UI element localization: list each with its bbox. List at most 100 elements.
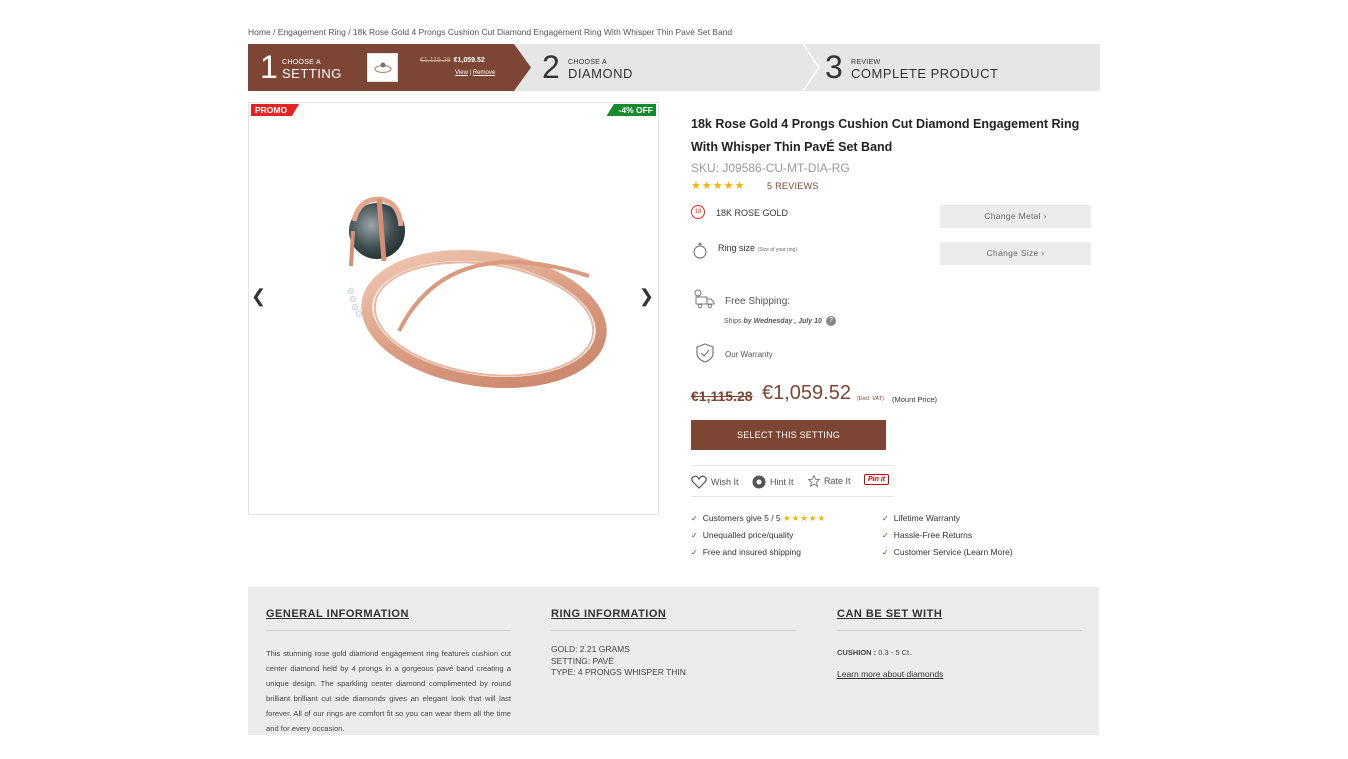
ring-size-text: Ring size (718, 243, 756, 253)
feature-text: Customer Service (Learn More) (893, 547, 1013, 557)
cushion-carat-range: CUSHION : 0.3 - 5 Ct. (837, 648, 1082, 657)
select-setting-button[interactable]: SELECT THIS SETTING (691, 420, 886, 450)
ring-information-column: RING INFORMATION GOLD: 2.21 GRAMS SETTIN… (551, 608, 796, 679)
cushion-value: 0.3 - 5 Ct. (876, 648, 912, 657)
feature-text: Hassle-Free Returns (893, 530, 973, 540)
vat-note: (Excl. VAT) (857, 396, 884, 402)
cushion-label: CUSHION : (837, 648, 877, 657)
mount-price-note: (Mount Price) (892, 395, 938, 404)
ships-by-text: by Wednesday , July 10 (743, 317, 822, 325)
breadcrumb-separator: / (345, 27, 353, 37)
free-shipping-label: Free Shipping: (725, 296, 791, 307)
gold-weight: GOLD: 2.21 GRAMS (551, 644, 630, 654)
hint-it-label: Hint It (770, 477, 794, 487)
step-choose-diamond[interactable]: 2 CHOOSE A DIAMOND (531, 44, 803, 91)
social-actions-bar: Wish It Hint It Rate It Pin it (691, 465, 894, 497)
warranty-link[interactable]: Our Warranty (725, 350, 773, 359)
feature-item: ✓ Customers give 5 / 5 ★★★★★ (691, 513, 826, 524)
step-number: 1 (260, 49, 278, 85)
check-icon: ✓ (882, 531, 889, 540)
general-information-column: GENERAL INFORMATION This stunning rose g… (266, 608, 511, 736)
rating-stars[interactable]: ★★★★★ (691, 179, 745, 192)
step-review-product[interactable]: 3 REVIEW COMPLETE PRODUCT (818, 44, 1100, 91)
feature-text: Lifetime Warranty (893, 513, 960, 523)
current-price: €1,059.52 (762, 382, 851, 404)
pinterest-pin-button[interactable]: Pin it (864, 474, 890, 485)
rate-it-label: Rate It (824, 476, 851, 486)
step-title: DIAMOND (568, 66, 633, 81)
step-setting-links: View | Remove (455, 70, 495, 76)
breadcrumb: Home / Engagement Ring / 18k Rose Gold 4… (248, 27, 732, 37)
step-caption: REVIEW (851, 59, 881, 66)
product-gallery: PROMO -4% OFF ❮ ❯ (248, 102, 659, 515)
star-outline-icon (808, 475, 820, 487)
help-icon[interactable]: ? (825, 316, 836, 326)
reviews-link[interactable]: 5 REVIEWS (767, 181, 819, 191)
hint-it-button[interactable]: Hint It (752, 475, 794, 489)
general-information-text: This stunning rose gold diamond engageme… (266, 649, 511, 733)
prong-type: TYPE: 4 PRONGS WHISPER THIN (551, 667, 686, 677)
hint-bubble-icon (752, 475, 766, 489)
feature-text: Customers give 5 / 5 (702, 513, 781, 523)
step-old-price: €1,115.28 (420, 57, 451, 64)
selected-setting-thumbnail[interactable] (367, 53, 398, 82)
feature-item: ✓ Free and insured shipping (691, 547, 801, 557)
feature-stars: ★★★★★ (783, 513, 827, 523)
warranty-shield-icon (696, 343, 714, 363)
view-setting-link[interactable]: View (455, 70, 468, 76)
feature-item[interactable]: ✓ Customer Service (Learn More) (882, 547, 1013, 557)
setting-type: SETTING: PAVÉ (551, 655, 614, 666)
product-title: 18k Rose Gold 4 Prongs Cushion Cut Diamo… (691, 117, 1080, 154)
check-icon: ✓ (691, 548, 698, 557)
step-number: 2 (542, 49, 560, 85)
change-size-button[interactable]: Change Size › (940, 242, 1091, 265)
heart-icon (691, 475, 707, 489)
step-price: €1,059.52 (453, 57, 485, 64)
breadcrumb-engagement-ring[interactable]: Engagement Ring (278, 27, 346, 37)
product-sku: SKU: J09586-CU-MT-DIA-RG (691, 161, 850, 175)
wish-it-label: Wish It (711, 477, 739, 487)
wish-it-button[interactable]: Wish It (691, 475, 739, 489)
step-setting-price: €1,115.28 €1,059.52 (420, 57, 485, 64)
rate-it-button[interactable]: Rate It (808, 475, 851, 487)
breadcrumb-current: 18k Rose Gold 4 Prongs Cushion Cut Diamo… (352, 27, 733, 37)
feature-item: ✓ Unequalled price/quality (691, 530, 793, 540)
shipping-truck-icon (694, 289, 715, 309)
original-price: €1,115.28 (691, 388, 753, 404)
feature-item: ✓ Lifetime Warranty (882, 513, 960, 523)
ring-size-icon (693, 242, 707, 259)
ring-thumbnail-icon (373, 62, 392, 73)
metal-karat-icon: 18 (691, 205, 705, 219)
general-information-heading: GENERAL INFORMATION (266, 608, 511, 631)
discount-badge: -4% OFF (606, 104, 656, 116)
promo-badge: PROMO (251, 104, 300, 116)
gallery-prev-arrow[interactable]: ❮ (251, 286, 266, 307)
step-title: COMPLETE PRODUCT (851, 66, 999, 81)
feature-item: ✓ Hassle-Free Returns (882, 530, 972, 540)
check-icon: ✓ (882, 514, 889, 523)
metal-label: 18K ROSE GOLD (716, 208, 789, 218)
breadcrumb-separator: / (270, 27, 278, 37)
feature-text: Unequalled price/quality (702, 530, 794, 540)
step-title: SETTING (282, 66, 342, 81)
step-choose-setting[interactable]: 1 CHOOSE A SETTING €1,115.28 €1,059.52 Vi… (248, 44, 531, 91)
step-caption: CHOOSE A (282, 59, 321, 66)
ring-information-list: GOLD: 2.21 GRAMS SETTING: PAVÉ TYPE: 4 P… (551, 644, 796, 679)
product-information-section: GENERAL INFORMATION This stunning rose g… (248, 587, 1099, 735)
ships-prefix: Ships (724, 317, 744, 325)
check-icon: ✓ (882, 548, 889, 557)
change-metal-button[interactable]: Change Metal › (940, 205, 1091, 228)
gallery-next-arrow[interactable]: ❯ (639, 286, 654, 307)
can-be-set-with-heading: CAN BE SET WITH (837, 608, 1082, 631)
check-icon: ✓ (691, 531, 698, 540)
step-progress: 1 CHOOSE A SETTING €1,115.28 €1,059.52 Vi… (248, 44, 1100, 91)
breadcrumb-home[interactable]: Home (248, 27, 271, 37)
ring-size-label: Ring size (Size of your ring) (718, 243, 797, 253)
ring-information-heading: RING INFORMATION (551, 608, 796, 631)
learn-more-diamonds-link[interactable]: Learn more about diamonds (837, 669, 1082, 679)
remove-setting-link[interactable]: Remove (473, 70, 495, 76)
can-be-set-with-column: CAN BE SET WITH CUSHION : 0.3 - 5 Ct. Le… (837, 608, 1082, 679)
feature-text: Free and insured shipping (702, 547, 801, 557)
ring-product-image (347, 196, 607, 389)
step-caption: CHOOSE A (568, 59, 607, 66)
